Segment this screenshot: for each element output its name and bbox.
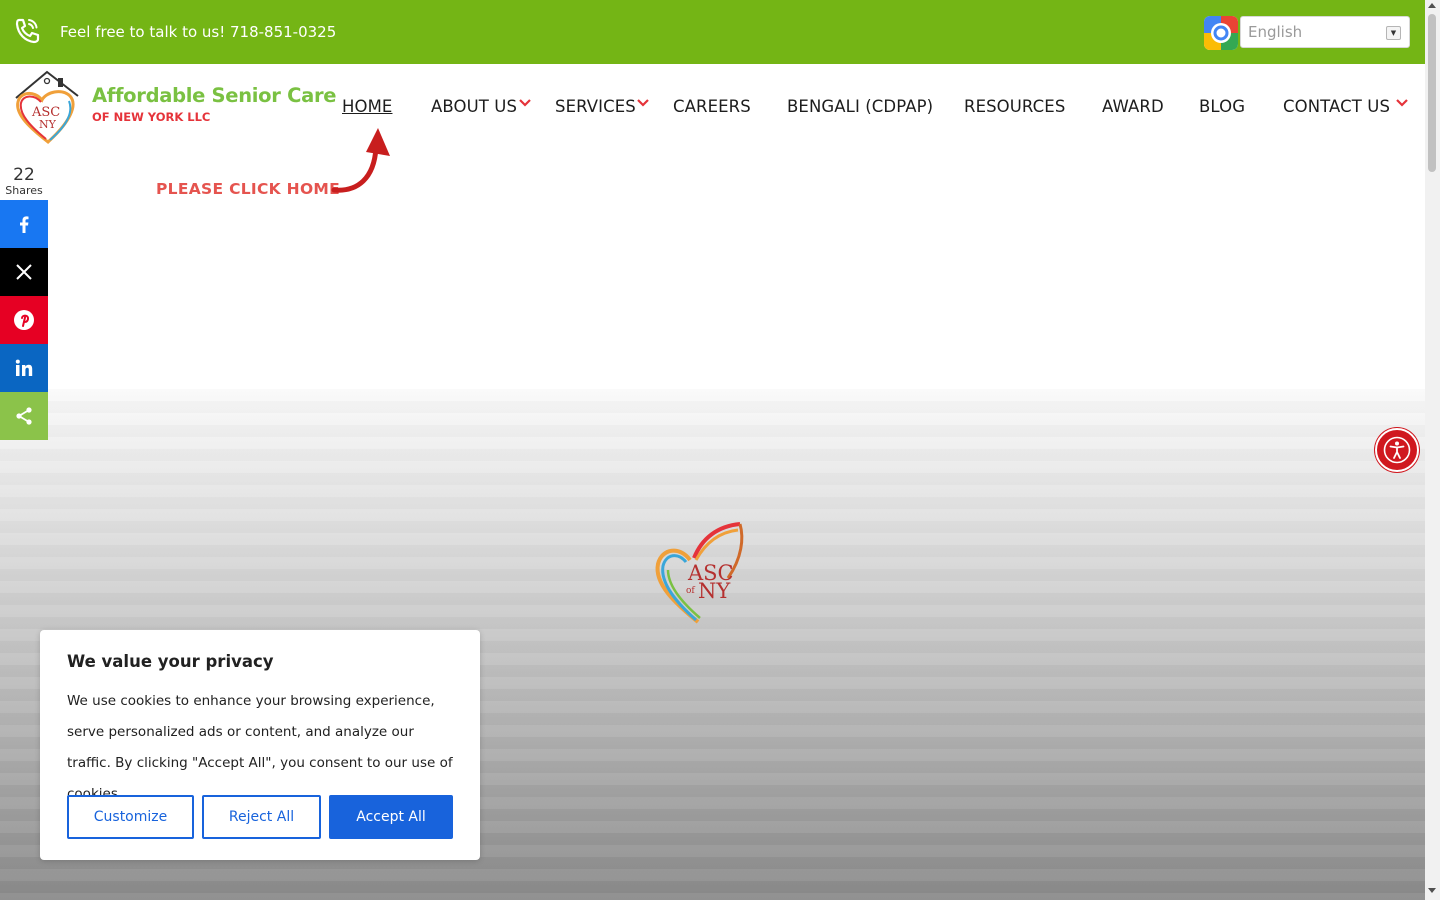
- chevron-down-icon[interactable]: [1396, 99, 1408, 107]
- x-share-button[interactable]: [0, 248, 48, 296]
- scroll-up-arrow-icon[interactable]: [1428, 3, 1436, 8]
- scroll-down-arrow-icon[interactable]: [1428, 888, 1436, 893]
- nav-blog[interactable]: BLOG: [1199, 97, 1245, 117]
- top-contact-bar: Feel free to talk to us! 718-851-0325 En…: [0, 0, 1425, 64]
- chevron-down-icon: ▼: [1386, 26, 1401, 40]
- share-count-number: 22: [13, 165, 35, 185]
- pinterest-share-button[interactable]: [0, 296, 48, 344]
- google-translate-icon: [1204, 16, 1238, 50]
- accessibility-icon: [1383, 436, 1411, 464]
- linkedin-icon: [15, 359, 33, 376]
- logo-subtitle: OF NEW YORK LLC: [92, 110, 211, 124]
- curved-arrow-icon: [331, 128, 390, 193]
- logo-badge-ny: NY: [39, 118, 57, 131]
- logo-title: Affordable Senior Care: [92, 84, 337, 107]
- scroll-thumb[interactable]: [1428, 14, 1436, 172]
- share-count: 22 Shares: [0, 165, 48, 197]
- facebook-share-button[interactable]: [0, 200, 48, 248]
- pinterest-icon: [14, 310, 34, 330]
- nav-careers[interactable]: CAREERS: [673, 97, 751, 117]
- cookie-body: We use cookies to enhance your browsing …: [67, 693, 453, 802]
- nav-resources[interactable]: RESOURCES: [964, 97, 1065, 117]
- linkedin-share-button[interactable]: [0, 344, 48, 392]
- cookie-consent-banner: We value your privacy We use cookies to …: [40, 630, 480, 860]
- nav-award[interactable]: AWARD: [1102, 97, 1164, 117]
- language-value: English: [1248, 23, 1303, 41]
- language-select[interactable]: English ▼: [1240, 16, 1410, 48]
- share-icon: [16, 407, 32, 425]
- nav-contact-us[interactable]: CONTACT US: [1283, 97, 1390, 117]
- reject-all-button[interactable]: Reject All: [202, 795, 321, 839]
- accept-all-button[interactable]: Accept All: [329, 795, 453, 839]
- please-click-home-hint: PLEASE CLICK HOME: [156, 180, 341, 198]
- hero-logo-of: of: [686, 586, 695, 596]
- site-logo[interactable]: ASC NY Affordable Senior Care OF NEW YOR…: [12, 68, 337, 148]
- x-icon: [16, 264, 32, 280]
- facebook-icon: [20, 216, 29, 233]
- chevron-down-icon[interactable]: [637, 99, 649, 107]
- chevron-down-icon[interactable]: [519, 99, 531, 107]
- nav-bengali-cdpap[interactable]: BENGALI (CDPAP): [787, 97, 933, 117]
- house-heart-logo-icon: ASC NY: [15, 70, 79, 144]
- hero-logo-ny: NY: [698, 579, 731, 603]
- phone-icon[interactable]: [14, 17, 40, 45]
- share-count-label: Shares: [5, 184, 43, 197]
- nav-about-us[interactable]: ABOUT US: [431, 97, 517, 117]
- page: Feel free to talk to us! 718-851-0325 En…: [0, 0, 1440, 900]
- accessibility-button[interactable]: [1375, 428, 1419, 472]
- page-scrollbar[interactable]: [1425, 0, 1440, 900]
- asc-heart-logo-icon: ASC of NY: [655, 522, 744, 624]
- contact-text: Feel free to talk to us! 718-851-0325: [60, 23, 337, 41]
- customize-button[interactable]: Customize: [67, 795, 194, 839]
- generic-share-button[interactable]: [0, 392, 48, 440]
- nav-services[interactable]: SERVICES: [555, 97, 636, 117]
- nav-home[interactable]: HOME: [342, 97, 392, 117]
- cookie-title: We value your privacy: [67, 652, 274, 671]
